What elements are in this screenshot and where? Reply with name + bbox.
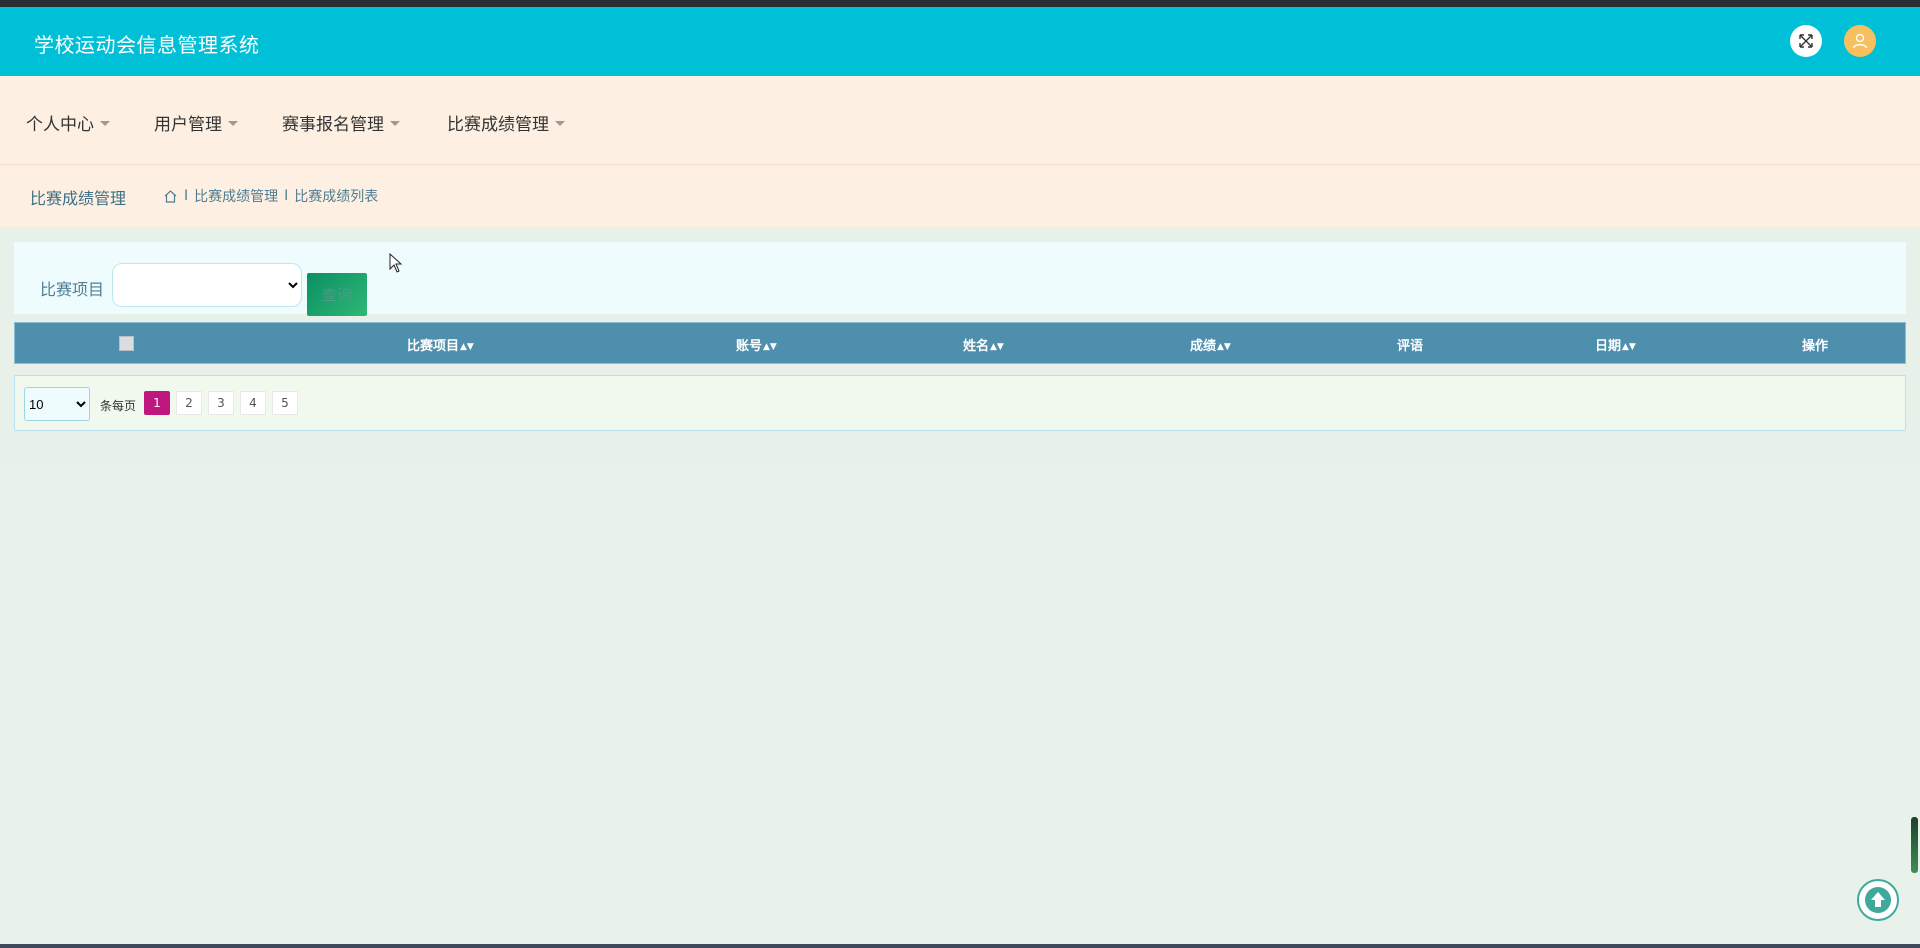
fullscreen-icon — [1799, 34, 1813, 48]
column-header-date[interactable]: 日期▲▼ — [1595, 335, 1636, 354]
nav-registration-management[interactable]: 赛事报名管理 — [282, 110, 400, 135]
page-button-4[interactable]: 4 — [240, 391, 266, 415]
sort-icon: ▲▼ — [990, 342, 1004, 352]
pagination: 10 条每页 1 2 3 4 5 — [14, 375, 1906, 431]
page-size-select[interactable]: 10 — [24, 387, 90, 421]
arrow-up-circle-icon — [1865, 887, 1891, 913]
column-label: 评语 — [1397, 339, 1424, 354]
main-nav: 个人中心 用户管理 赛事报名管理 比赛成绩管理 — [0, 76, 1920, 165]
nav-item-label: 用户管理 — [154, 115, 222, 135]
column-label: 比赛项目 — [407, 339, 460, 354]
event-select[interactable] — [112, 263, 302, 307]
main-content: 比赛项目 查询 比赛项目▲▼ 账号▲▼ 姓名▲▼ 成绩▲▼ 评语 日期▲▼ 操作 — [0, 228, 1920, 462]
nav-user-management[interactable]: 用户管理 — [154, 110, 238, 135]
column-label: 日期 — [1595, 339, 1622, 354]
os-taskbar — [0, 944, 1920, 948]
app-header: 学校运动会信息管理系统 — [0, 7, 1920, 76]
page-button-3[interactable]: 3 — [208, 391, 234, 415]
breadcrumb-item-score-list: 比赛成绩列表 — [294, 189, 379, 205]
breadcrumb: I 比赛成绩管理 I 比赛成绩列表 — [163, 186, 378, 206]
back-to-top-button[interactable] — [1857, 879, 1899, 921]
breadcrumb-item-score-management[interactable]: 比赛成绩管理 — [194, 186, 278, 206]
column-header-actions: 操作 — [1802, 335, 1828, 354]
select-all-checkbox[interactable] — [119, 336, 134, 351]
search-panel: 比赛项目 查询 — [14, 242, 1906, 316]
nav-personal-center[interactable]: 个人中心 — [26, 110, 110, 135]
column-header-comment: 评语 — [1397, 335, 1423, 354]
sort-icon: ▲▼ — [1217, 342, 1231, 352]
fullscreen-button[interactable] — [1790, 25, 1822, 57]
breadcrumb-separator: I — [284, 188, 289, 204]
breadcrumb-bar: 比赛成绩管理 I 比赛成绩管理 I 比赛成绩列表 — [0, 165, 1920, 227]
nav-item-label: 比赛成绩管理 — [447, 115, 549, 135]
browser-top-strip — [0, 0, 1920, 7]
breadcrumb-separator: I — [184, 188, 189, 204]
column-label: 操作 — [1802, 339, 1829, 354]
sort-icon: ▲▼ — [1622, 342, 1636, 352]
user-icon — [1852, 33, 1868, 49]
column-label: 成绩 — [1190, 339, 1217, 354]
page-button-5[interactable]: 5 — [272, 391, 298, 415]
home-icon[interactable] — [163, 189, 178, 204]
mouse-cursor-icon — [389, 253, 403, 273]
search-label: 比赛项目 — [40, 280, 105, 299]
column-header-score[interactable]: 成绩▲▼ — [1190, 335, 1231, 354]
sort-icon: ▲▼ — [460, 342, 474, 352]
caret-down-icon — [555, 121, 565, 126]
sort-icon: ▲▼ — [763, 342, 777, 352]
table-header: 比赛项目▲▼ 账号▲▼ 姓名▲▼ 成绩▲▼ 评语 日期▲▼ 操作 — [14, 322, 1906, 364]
page-title: 比赛成绩管理 — [30, 189, 127, 208]
nav-score-management[interactable]: 比赛成绩管理 — [447, 110, 565, 135]
column-header-account[interactable]: 账号▲▼ — [736, 335, 777, 354]
page-button-2[interactable]: 2 — [176, 391, 202, 415]
column-header-name[interactable]: 姓名▲▼ — [963, 335, 1004, 354]
query-button[interactable]: 查询 — [307, 273, 367, 316]
app-title: 学校运动会信息管理系统 — [34, 33, 260, 57]
scrollbar-thumb[interactable] — [1911, 817, 1918, 873]
column-label: 姓名 — [963, 339, 990, 354]
caret-down-icon — [390, 121, 400, 126]
caret-down-icon — [228, 121, 238, 126]
caret-down-icon — [100, 121, 110, 126]
column-label: 账号 — [736, 339, 763, 354]
user-avatar-button[interactable] — [1844, 25, 1876, 57]
page-button-1[interactable]: 1 — [144, 391, 170, 415]
column-header-event[interactable]: 比赛项目▲▼ — [407, 335, 474, 354]
nav-item-label: 个人中心 — [26, 115, 94, 135]
nav-item-label: 赛事报名管理 — [282, 115, 384, 135]
per-page-label: 条每页 — [100, 399, 137, 413]
